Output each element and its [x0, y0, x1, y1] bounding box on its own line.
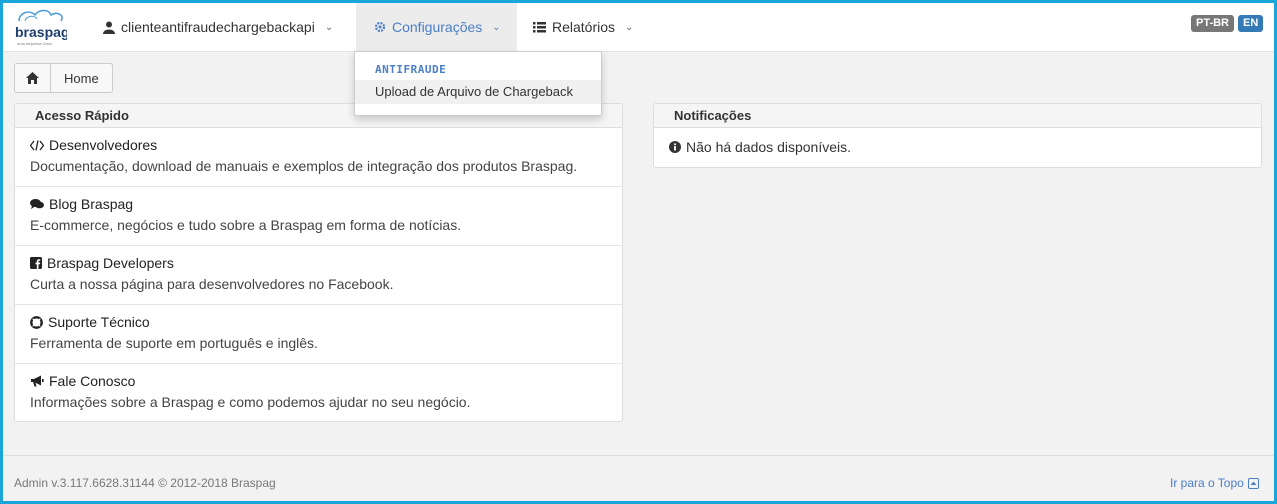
- home-icon: [26, 72, 39, 84]
- quick-access-item-facebook[interactable]: Braspag Developers Curta a nossa página …: [15, 246, 622, 305]
- lang-pt-br-button[interactable]: PT-BR: [1191, 15, 1234, 32]
- breadcrumb-home-link[interactable]: Home: [51, 64, 112, 92]
- notifications-title: Notificações: [654, 104, 1261, 128]
- code-icon: [30, 139, 44, 151]
- config-menu[interactable]: Configurações ⌄: [356, 3, 517, 51]
- user-icon: [103, 21, 115, 34]
- quick-access-panel: Acesso Rápido Desenvolvedores Documentaç…: [14, 103, 623, 422]
- quick-access-item-desc: Informações sobre a Braspag e como podem…: [30, 394, 471, 410]
- lifebuoy-icon: [30, 315, 43, 329]
- config-label: Configurações: [392, 19, 483, 35]
- top-navbar: braspag uma empresa Cielo clienteantifra…: [3, 3, 1274, 52]
- notifications-empty-text: Não há dados disponíveis.: [686, 139, 851, 155]
- quick-access-item-developers[interactable]: Desenvolvedores Documentação, download d…: [15, 128, 622, 187]
- quick-access-item-desc: Ferramenta de suporte em português e ing…: [30, 335, 318, 351]
- reports-menu[interactable]: Relatórios ⌄: [533, 3, 633, 51]
- dropdown-section-header: ANTIFRAUDE: [375, 63, 447, 76]
- info-circle-icon: [669, 141, 681, 153]
- gear-icon: [374, 21, 386, 33]
- user-name: clienteantifraudechargebackapi: [121, 19, 315, 35]
- logo-tagline: uma empresa Cielo: [17, 41, 52, 46]
- quick-access-item-title: Suporte Técnico: [48, 314, 150, 330]
- quick-access-item-title: Desenvolvedores: [49, 137, 158, 153]
- back-to-top-label: Ir para o Topo: [1170, 476, 1244, 490]
- reports-label: Relatórios: [552, 19, 616, 35]
- comments-icon: [30, 199, 44, 209]
- back-to-top-link[interactable]: Ir para o Topo: [1170, 476, 1259, 490]
- breadcrumb: Home: [14, 63, 113, 93]
- app-frame: braspag uma empresa Cielo clienteantifra…: [0, 0, 1277, 504]
- config-dropdown-menu: ANTIFRAUDE Upload de Arquivo de Chargeba…: [354, 51, 602, 116]
- chevron-down-icon: ⌄: [625, 21, 634, 33]
- quick-access-item-desc: Documentação, download de manuais e exem…: [30, 158, 578, 174]
- dropdown-item-upload-chargeback[interactable]: Upload de Arquivo de Chargeback: [355, 80, 601, 104]
- quick-access-item-desc: Curta a nossa página para desenvolvedore…: [30, 276, 394, 292]
- breadcrumb-home-button[interactable]: [15, 64, 51, 92]
- facebook-icon: [30, 257, 42, 269]
- logo-wordmark: braspag: [15, 24, 67, 40]
- chevron-down-icon: ⌄: [492, 21, 501, 33]
- lang-en-button[interactable]: EN: [1238, 15, 1264, 32]
- quick-access-item-contact[interactable]: Fale Conosco Informações sobre a Braspag…: [15, 364, 622, 423]
- quick-access-item-blog[interactable]: Blog Braspag E-commerce, negócios e tudo…: [15, 187, 622, 246]
- chevron-down-icon: ⌄: [324, 21, 334, 33]
- footer-version: Admin v.3.117.6628.31144 © 2012-2018 Bra…: [14, 476, 276, 490]
- quick-access-item-title: Braspag Developers: [47, 255, 174, 271]
- quick-access-item-support[interactable]: Suporte Técnico Ferramenta de suporte em…: [15, 305, 622, 364]
- quick-access-item-title: Fale Conosco: [49, 373, 136, 389]
- notifications-empty: Não há dados disponíveis.: [654, 128, 1261, 166]
- arrow-up-square-icon: [1247, 477, 1259, 489]
- quick-access-item-desc: E-commerce, negócios e tudo sobre a Bras…: [30, 217, 462, 233]
- user-menu[interactable]: clienteantifraudechargebackapi ⌄: [103, 3, 333, 51]
- quick-access-item-title: Blog Braspag: [49, 196, 134, 212]
- braspag-logo[interactable]: braspag uma empresa Cielo: [13, 7, 69, 47]
- list-icon: [533, 21, 546, 32]
- notifications-panel: Notificações Não há dados disponíveis.: [653, 103, 1262, 168]
- bullhorn-icon: [31, 375, 44, 387]
- footer-divider: [3, 455, 1274, 456]
